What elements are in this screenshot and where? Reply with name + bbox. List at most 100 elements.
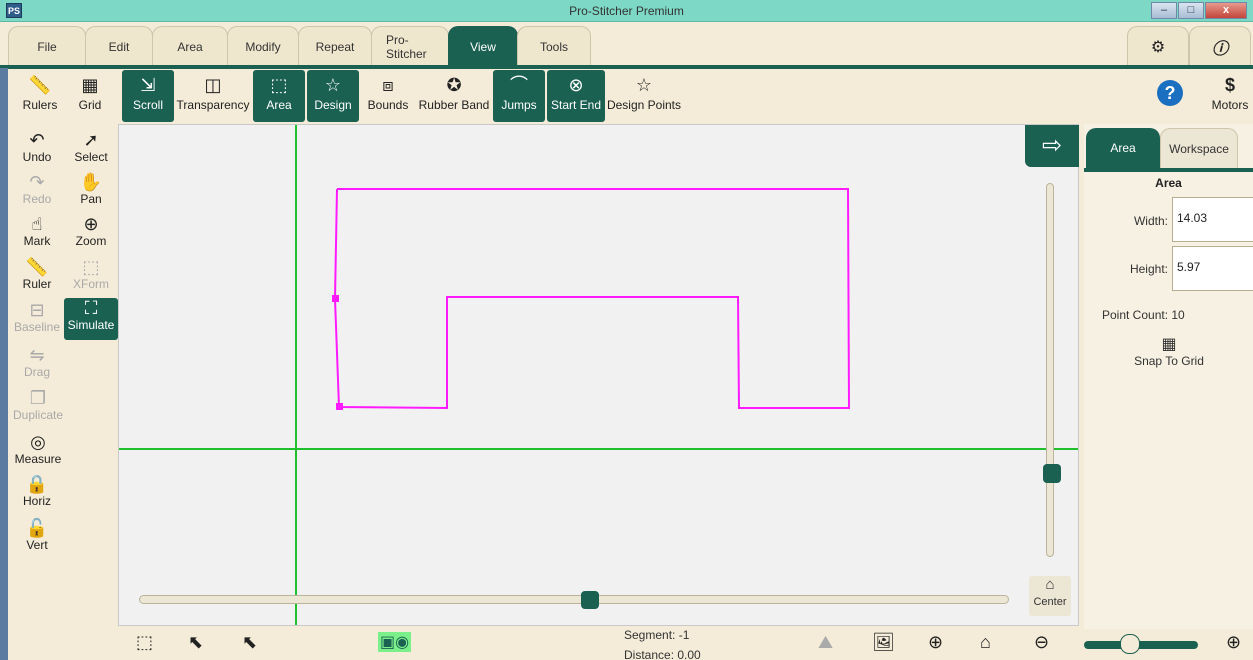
info-icon[interactable]: ⓘ (1189, 26, 1251, 66)
rulers-button[interactable]: 📏 Rulers (16, 70, 64, 122)
status-indicator-icon[interactable]: ▣◉ (378, 632, 412, 652)
zoom-in-icon[interactable]: ⊕ (1226, 632, 1241, 653)
home-icon: ⌂ (1045, 576, 1055, 593)
tab-area[interactable]: Area (152, 26, 228, 66)
home-view-icon[interactable]: ⌂ (980, 632, 991, 653)
zoom-fit-icon[interactable]: ⊕ (928, 632, 943, 653)
tab-workspace[interactable]: Workspace (1160, 128, 1238, 168)
width-field[interactable]: 14.03 (1172, 197, 1253, 242)
zoom-out-icon[interactable]: ⊖ (1034, 632, 1049, 653)
image-add-icon[interactable]: 🖼 (872, 632, 895, 653)
zoom-icon: ⊕ (83, 214, 99, 234)
settings-gear-icon[interactable]: ⚙ (1127, 26, 1189, 66)
vert-button[interactable]: 🔓 Vert (12, 518, 62, 558)
menu-bar: File Edit Area Modify Repeat Pro-Stitche… (8, 26, 591, 66)
duplicate-icon: ❐ (29, 388, 47, 408)
xform-button[interactable]: ⬚ XForm (66, 257, 116, 297)
segment-readout: Segment: -1 (624, 628, 690, 642)
tab-view[interactable]: View (448, 26, 518, 66)
xform-icon: ⬚ (82, 257, 100, 277)
transparency-icon: ◫ (204, 75, 222, 95)
area-button[interactable]: ⬚ Area (253, 70, 305, 122)
grid-icon: ▦ (81, 75, 99, 95)
transparency-button[interactable]: ◫ Transparency (176, 70, 250, 122)
zoom-slider-thumb[interactable] (1120, 634, 1140, 654)
image-zoom-icon[interactable]: ⛰ (818, 632, 833, 653)
baseline-icon: ⊟ (29, 300, 45, 320)
design-canvas[interactable]: ⇨ ⌂ Center (118, 124, 1079, 626)
start-end-icon: ⊗ (568, 75, 584, 95)
height-label: Height: (1129, 262, 1168, 276)
select-cross-icon[interactable]: ⬉ (242, 632, 257, 653)
title-bar: PS Pro-Stitcher Premium – □ x (0, 0, 1253, 22)
mark-button[interactable]: ☝ Mark (12, 214, 62, 254)
tab-pro-stitcher[interactable]: Pro-Stitcher (371, 26, 449, 66)
pan-button[interactable]: ✋ Pan (66, 172, 116, 212)
ruler-icon: 📏 (25, 257, 49, 277)
tab-tools[interactable]: Tools (517, 26, 591, 66)
area-icon: ⬚ (270, 75, 288, 95)
ruler-button[interactable]: 📏 Ruler (12, 257, 62, 297)
tab-modify[interactable]: Modify (227, 26, 299, 66)
width-label: Width: (1133, 214, 1168, 228)
start-end-button[interactable]: ⊗ Start End (547, 70, 605, 122)
rubber-band-button[interactable]: ✪ Rubber Band (417, 70, 491, 122)
hand-icon: ✋ (79, 172, 103, 192)
zoom-button[interactable]: ⊕ Zoom (66, 214, 116, 254)
vertical-slider-thumb[interactable] (1043, 464, 1061, 483)
select-node-icon[interactable]: ⬉ (188, 632, 203, 653)
motors-button[interactable]: $ Motors (1207, 70, 1253, 122)
drag-button[interactable]: ⇋ Drag (12, 345, 62, 385)
bounds-icon: ⧈ (382, 75, 394, 95)
tab-edit[interactable]: Edit (85, 26, 153, 66)
help-button[interactable]: ? (1150, 70, 1190, 122)
snap-to-grid-button[interactable]: ▦ Snap To Grid (1124, 334, 1214, 368)
scroll-icon: ⇲ (140, 75, 156, 95)
window-title: Pro-Stitcher Premium (569, 4, 684, 18)
baseline-button[interactable]: ⊟ Baseline (12, 300, 62, 340)
close-button[interactable]: x (1205, 2, 1247, 19)
vertical-slider-track[interactable] (1046, 183, 1054, 557)
collapse-arrow-button[interactable]: ⇨ (1025, 125, 1079, 167)
distance-readout: Distance: 0.00 (624, 648, 701, 660)
tab-file[interactable]: File (8, 26, 86, 66)
design-button[interactable]: ☆ Design (307, 70, 359, 122)
design-points-button[interactable]: ☆ Design Points (606, 70, 682, 122)
horizontal-slider-track[interactable] (139, 595, 1009, 604)
measure-icon: ◎ (30, 432, 46, 452)
simulate-icon: ⛶ (84, 298, 98, 318)
design-point-marker (336, 403, 343, 410)
bounds-button[interactable]: ⧈ Bounds (362, 70, 414, 122)
redo-button[interactable]: ↷ Redo (12, 172, 62, 212)
horizontal-slider-thumb[interactable] (581, 591, 599, 609)
motors-icon: $ (1224, 75, 1235, 95)
jumps-icon: ⌒ (510, 75, 528, 95)
zoom-slider-track[interactable] (1084, 641, 1198, 649)
undo-icon: ↶ (29, 130, 45, 150)
lock-icon: 🔒 (25, 474, 49, 494)
grid-button[interactable]: ▦ Grid (66, 70, 114, 122)
undo-button[interactable]: ↶ Undo (12, 130, 62, 170)
jumps-button[interactable]: ⌒ Jumps (493, 70, 545, 122)
star-icon: ☆ (324, 75, 342, 95)
select-button[interactable]: ➚ Select (66, 130, 116, 170)
center-button[interactable]: ⌂ Center (1029, 576, 1071, 616)
mark-icon: ☝ (31, 214, 43, 234)
simulate-button[interactable]: ⛶ Simulate (64, 298, 118, 340)
scroll-button[interactable]: ⇲ Scroll (122, 70, 174, 122)
tab-area-panel[interactable]: Area (1086, 128, 1160, 168)
menu-strip (0, 65, 1253, 69)
maximize-button[interactable]: □ (1178, 2, 1204, 19)
properties-panel: Area Workspace Area Width: 14.03 Height:… (1084, 124, 1253, 629)
measure-button[interactable]: ◎ Measure (10, 432, 66, 472)
select-box-icon[interactable]: ⬚ (136, 632, 153, 653)
horiz-button[interactable]: 🔒 Horiz (12, 474, 62, 514)
design-path (332, 188, 851, 410)
panel-strip (1084, 168, 1253, 172)
height-field[interactable]: 5.97 (1172, 246, 1253, 291)
tab-repeat[interactable]: Repeat (298, 26, 372, 66)
snap-grid-icon: ▦ (1161, 336, 1177, 353)
minimize-button[interactable]: – (1151, 2, 1177, 19)
duplicate-button[interactable]: ❐ Duplicate (10, 388, 66, 428)
left-border (0, 68, 8, 660)
